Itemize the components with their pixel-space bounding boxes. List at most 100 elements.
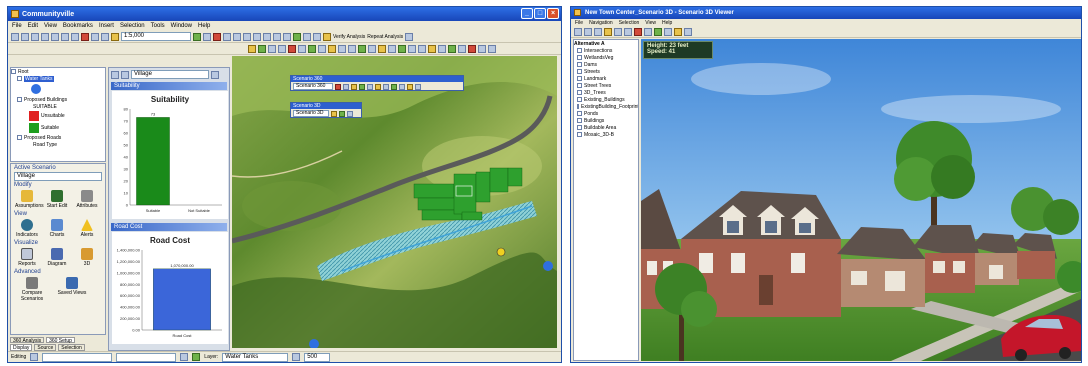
tree-existing-buildings[interactable]: Existing_Buildings	[574, 96, 638, 103]
tab-selection[interactable]: Selection	[58, 344, 85, 351]
viewer-select-icon[interactable]	[604, 28, 612, 36]
s3d-tool-2-icon[interactable]	[339, 110, 345, 117]
zoom-tool-icon[interactable]	[292, 353, 301, 361]
edit-task-combo[interactable]	[42, 352, 113, 362]
tool-y-icon[interactable]	[488, 44, 496, 53]
aerial-map[interactable]	[232, 56, 557, 348]
sketch-icon[interactable]	[180, 353, 189, 361]
editor-icon[interactable]	[193, 32, 201, 41]
viewer-light-icon[interactable]	[674, 28, 682, 36]
indicators-button[interactable]: Indicators	[15, 219, 39, 238]
tool-f-icon[interactable]	[298, 44, 306, 53]
full-extent-icon[interactable]	[243, 32, 251, 41]
viewer-title-bar[interactable]: New Town Center_Scenario 3D - Scenario 3…	[571, 7, 1081, 19]
viewer-open-icon[interactable]	[574, 28, 582, 36]
menu-edit[interactable]: Edit	[28, 23, 38, 29]
hyperlink-icon[interactable]	[283, 32, 291, 41]
map-scale-combo[interactable]: 1:5,000	[121, 32, 191, 41]
menu-view[interactable]: View	[44, 23, 57, 29]
toc-proposed-roads[interactable]: Proposed Roads	[11, 134, 105, 141]
attributes-icon[interactable]	[192, 353, 201, 361]
undo-icon[interactable]	[91, 32, 99, 41]
grid-icon[interactable]	[313, 32, 321, 41]
cut-icon[interactable]	[51, 32, 59, 41]
identify-icon[interactable]	[213, 32, 221, 41]
zoom-out-icon[interactable]	[223, 32, 231, 41]
menu-file[interactable]: File	[12, 23, 22, 29]
tree-street-trees[interactable]: Street Trees	[574, 82, 638, 89]
viewer-camera-icon[interactable]	[684, 28, 692, 36]
s360-tool-8-icon[interactable]	[391, 83, 397, 90]
zoom-combo[interactable]: 500	[304, 352, 331, 362]
start-edit-button[interactable]: Start Edit	[45, 190, 69, 209]
viewer-layers-icon[interactable]	[654, 28, 662, 36]
tool-n-icon[interactable]	[378, 44, 386, 53]
new-icon[interactable]	[11, 32, 19, 41]
paste-icon[interactable]	[71, 32, 79, 41]
s360-tool-6-icon[interactable]	[375, 83, 381, 90]
editor-menu[interactable]: Editing	[11, 354, 26, 360]
menu-insert[interactable]: Insert	[99, 23, 114, 29]
toc-water-tanks[interactable]: Water Tanks	[11, 75, 105, 82]
viewer-menu-selection[interactable]: Selection	[619, 20, 640, 26]
title-bar[interactable]: Communityville _ □ ×	[8, 7, 561, 21]
menu-bookmarks[interactable]: Bookmarks	[63, 23, 93, 29]
tool-r-icon[interactable]	[418, 44, 426, 53]
tree-existing-building-footprint[interactable]: ExistingBuilding_Footprint	[574, 103, 638, 110]
tool-v-icon[interactable]	[458, 44, 466, 53]
tree-root-alternative-a[interactable]: Alternative A	[574, 40, 638, 47]
layer-icon[interactable]	[293, 32, 301, 41]
tool-x-icon[interactable]	[478, 44, 486, 53]
tool-b-icon[interactable]	[258, 44, 266, 53]
map-view[interactable]	[232, 56, 557, 348]
close-button[interactable]: ×	[547, 8, 559, 19]
menu-help[interactable]: Help	[198, 23, 210, 29]
diagram-button[interactable]: Diagram	[45, 248, 69, 267]
add-data-icon[interactable]	[111, 32, 119, 41]
s360-tool-9-icon[interactable]	[399, 83, 405, 90]
toc-root[interactable]: Root	[11, 68, 105, 75]
s360-tool-3-icon[interactable]	[351, 83, 357, 90]
s360-tool-5-icon[interactable]	[367, 83, 373, 90]
s3d-tool-1-icon[interactable]	[331, 110, 337, 117]
open-icon[interactable]	[21, 32, 29, 41]
menu-selection[interactable]: Selection	[120, 23, 145, 29]
redo-icon[interactable]	[101, 32, 109, 41]
copy-icon[interactable]	[61, 32, 69, 41]
minimize-button[interactable]: _	[521, 8, 533, 19]
tree-intersections[interactable]: Intersections	[574, 47, 638, 54]
pan-icon[interactable]	[233, 32, 241, 41]
tab-source[interactable]: Source	[34, 344, 57, 351]
3d-scene[interactable]	[641, 39, 1081, 361]
layer-combo[interactable]: Water Tanks	[222, 352, 289, 362]
s360-tool-7-icon[interactable]	[383, 83, 389, 90]
s360-tool-10-icon[interactable]	[407, 83, 413, 90]
reports-button[interactable]: Reports	[15, 248, 39, 267]
edit-tool-icon[interactable]	[30, 353, 39, 361]
tab-360-analysis[interactable]: 360 Analysis	[10, 337, 45, 344]
tool-j-icon[interactable]	[338, 44, 346, 53]
tool-g-icon[interactable]	[308, 44, 316, 53]
delete-icon[interactable]	[81, 32, 89, 41]
zoom-in-icon[interactable]	[203, 32, 211, 41]
tool-d-icon[interactable]	[278, 44, 286, 53]
viewer-pan-icon[interactable]	[624, 28, 632, 36]
charts-button[interactable]: Charts	[45, 219, 69, 238]
repeat-analysis-button[interactable]: Repeat Analysis	[367, 34, 403, 40]
s3d-tool-3-icon[interactable]	[347, 110, 353, 117]
s360-tool-2-icon[interactable]	[343, 83, 349, 90]
tool-q-icon[interactable]	[408, 44, 416, 53]
viewer-zoom-icon[interactable]	[614, 28, 622, 36]
tool-u-icon[interactable]	[448, 44, 456, 53]
viewer-menu-view[interactable]: View	[645, 20, 656, 26]
tree-3d-trees[interactable]: 3D_Trees	[574, 89, 638, 96]
tool-c-icon[interactable]	[268, 44, 276, 53]
table-icon[interactable]	[303, 32, 311, 41]
tool-a-icon[interactable]	[248, 44, 256, 53]
scenario-360-combo[interactable]: Scenario 360	[293, 83, 333, 90]
tree-buildable-area[interactable]: Buildable Area	[574, 124, 638, 131]
compare-scenarios-button[interactable]: Compare Scenarios	[15, 277, 49, 302]
maximize-button[interactable]: □	[534, 8, 546, 19]
tool-h-icon[interactable]	[318, 44, 326, 53]
measure-icon[interactable]	[273, 32, 281, 41]
